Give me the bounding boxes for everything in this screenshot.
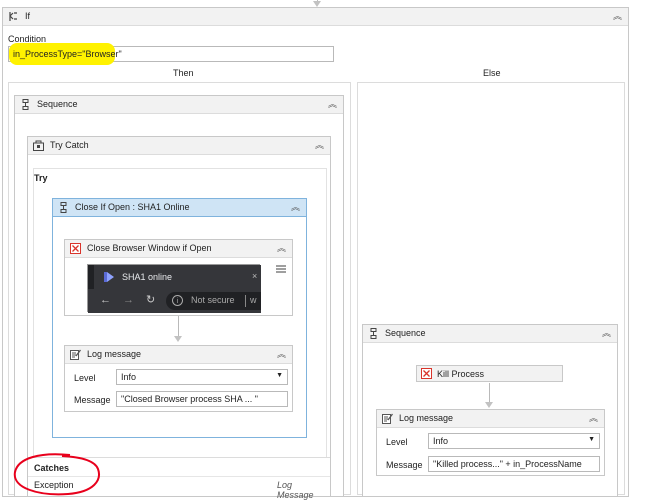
message-value: "Killed process..." + in_ProcessName (433, 459, 582, 469)
level-value: Info (121, 372, 137, 382)
browser-tab-title: SHA1 online (122, 272, 173, 282)
info-icon: i (172, 295, 183, 306)
message-label: Message (74, 395, 111, 405)
close-browser-header[interactable]: Close Browser Window if Open ︽ (65, 240, 292, 258)
if-icon (8, 11, 18, 21)
sequence-icon (20, 99, 30, 110)
log-message-else[interactable]: Log message ︽ Level Info ▼ Message "Kill… (376, 409, 605, 476)
message-input[interactable]: "Closed Browser process SHA ... " (116, 391, 288, 407)
level-select[interactable]: Info ▼ (116, 369, 288, 385)
else-sequence-title: Sequence (385, 328, 426, 338)
connector-line (178, 316, 179, 338)
log-message-then[interactable]: Log message ︽ Level Info ▼ Message "Clos… (64, 345, 293, 412)
collapse-icon[interactable]: ︽ (315, 139, 324, 151)
forward-icon: → (123, 294, 134, 306)
condition-input[interactable]: in_ProcessType="Browser" (8, 43, 334, 65)
collapse-icon[interactable]: ︽ (291, 201, 300, 213)
browser-toolbar: ← → ↻ i Not secure w (88, 289, 261, 313)
close-if-open-title: Close If Open : SHA1 Online (75, 202, 190, 212)
red-circle-annotation (13, 453, 100, 496)
then-label: Then (173, 68, 194, 78)
collapse-icon[interactable]: ︽ (277, 242, 286, 254)
collapse-icon[interactable]: ︽ (613, 10, 622, 22)
connector-line (489, 383, 490, 404)
collapse-icon[interactable]: ︽ (277, 348, 286, 360)
collapse-icon[interactable]: ︽ (589, 412, 598, 424)
log-message-title: Log message (399, 413, 454, 423)
then-sequence-header[interactable]: Sequence ︽ (15, 96, 343, 114)
address-divider (245, 295, 246, 307)
then-sequence-title: Sequence (37, 99, 78, 109)
level-select[interactable]: Info ▼ (428, 433, 600, 449)
sha1-favicon-icon (104, 272, 114, 282)
connector-arrowhead (174, 336, 182, 342)
sequence-icon (368, 328, 378, 339)
address-suffix: w (250, 295, 257, 305)
close-if-open-header[interactable]: Close If Open : SHA1 Online ︽ (53, 199, 306, 217)
hamburger-menu-icon[interactable] (276, 264, 286, 274)
log-message-icon (70, 349, 81, 360)
try-catch-icon (33, 140, 44, 151)
log-message-header[interactable]: Log message ︽ (65, 346, 292, 364)
level-label: Level (386, 437, 408, 447)
else-label: Else (483, 68, 501, 78)
try-catch-header[interactable]: Try Catch ︽ (28, 137, 330, 155)
level-label: Level (74, 373, 96, 383)
close-browser-title: Close Browser Window if Open (87, 243, 212, 253)
collapse-icon[interactable]: ︽ (328, 98, 337, 110)
message-input[interactable]: "Killed process..." + in_ProcessName (428, 456, 600, 472)
log-message-header[interactable]: Log message ︽ (377, 410, 604, 428)
try-catch-title: Try Catch (50, 140, 89, 150)
close-window-icon (70, 243, 81, 254)
condition-value: in_ProcessType="Browser" (13, 49, 122, 59)
back-icon: ← (100, 294, 111, 306)
message-label: Message (386, 460, 423, 470)
level-value: Info (433, 436, 449, 446)
log-message-icon (382, 413, 393, 424)
collapse-icon[interactable]: ︽ (602, 327, 611, 339)
kill-process-title: Kill Process (437, 369, 485, 379)
address-bar: i Not secure w (166, 292, 261, 310)
kill-process-activity[interactable]: Kill Process (416, 365, 563, 382)
log-message-title: Log message (87, 349, 142, 359)
close-browser-activity[interactable]: Close Browser Window if Open ︽ SHA1 onli… (64, 239, 293, 316)
reload-icon: ↻ (146, 294, 156, 306)
if-header[interactable]: If ︽ (3, 8, 628, 26)
tab-close-icon: × (252, 271, 258, 281)
else-sequence-header[interactable]: Sequence ︽ (363, 325, 617, 343)
kill-process-icon (421, 368, 432, 379)
not-secure-text: Not secure (191, 295, 235, 305)
dropdown-arrow-icon: ▼ (588, 436, 595, 443)
message-value: "Closed Browser process SHA ... " (121, 394, 258, 404)
browser-tab: SHA1 online × (94, 265, 261, 289)
exception-action[interactable]: Log Message (277, 480, 330, 500)
browser-thumbnail: SHA1 online × ← → ↻ i Not secure w (87, 264, 261, 313)
connector-arrowhead (485, 402, 493, 408)
dropdown-arrow-icon: ▼ (276, 372, 283, 379)
sequence-icon (58, 202, 68, 213)
if-title: If (25, 11, 31, 21)
